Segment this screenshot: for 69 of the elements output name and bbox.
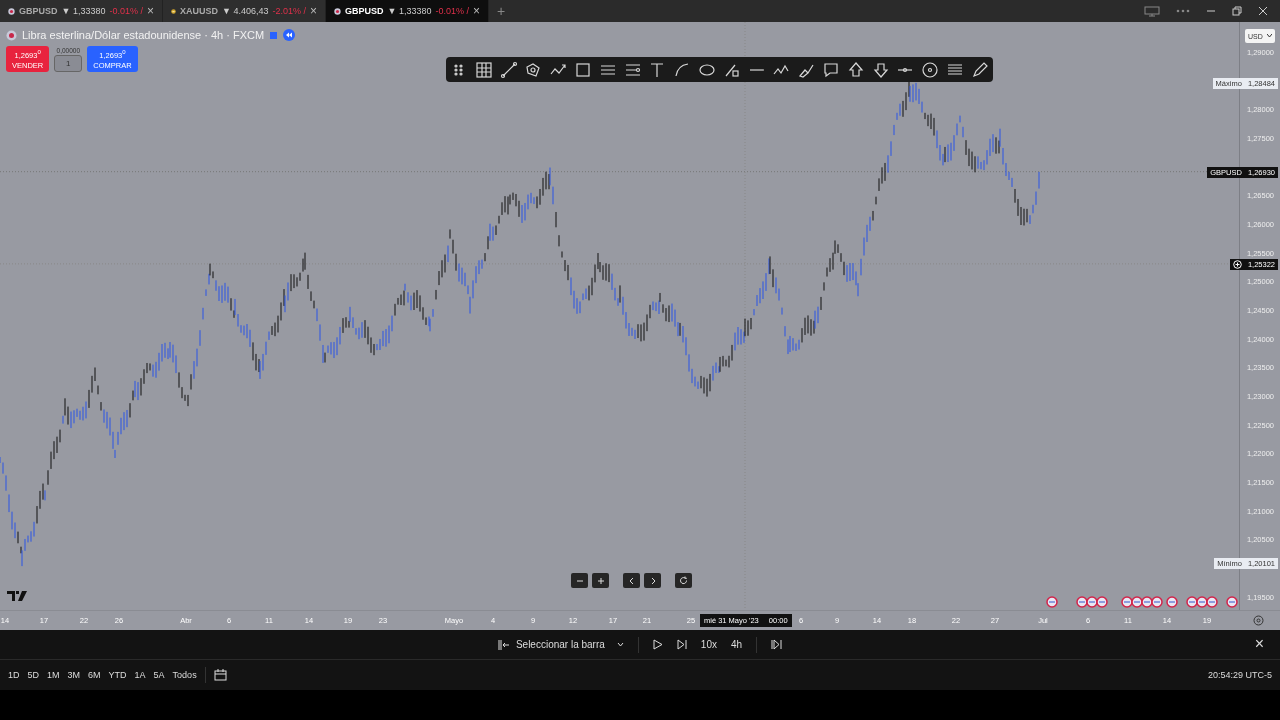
caret-icon [1267, 34, 1272, 38]
new-tab-button[interactable]: + [489, 0, 514, 22]
arrow-down-icon[interactable] [871, 60, 890, 79]
circle-dot-icon[interactable] [921, 60, 940, 79]
interval-button[interactable]: 4h [730, 639, 743, 650]
range-button[interactable]: 1M [47, 670, 60, 680]
event-flag-icon[interactable] [1141, 596, 1153, 608]
range-button[interactable]: 5A [153, 670, 165, 680]
close-tab-button[interactable]: × [473, 4, 480, 18]
arrow-up-icon[interactable] [846, 60, 865, 79]
step-forward-icon[interactable] [676, 639, 687, 650]
close-icon[interactable] [1258, 6, 1268, 16]
close-tab-button[interactable]: × [147, 4, 154, 18]
event-flag-icon[interactable] [1206, 596, 1218, 608]
trend-line-icon[interactable] [499, 60, 518, 79]
plus-circle-icon[interactable] [1232, 259, 1242, 269]
event-flag-icon[interactable] [1226, 596, 1238, 608]
symbol-tab[interactable]: GBPUSD ▼ 1,33380 -0.01% / × [326, 0, 489, 22]
rewind-icon[interactable] [283, 29, 296, 41]
monitor-icon[interactable] [1144, 5, 1160, 17]
flag-icon [334, 5, 341, 17]
select-bar-button[interactable]: Seleccionar la barra [497, 638, 624, 651]
speech-bubble-icon[interactable] [821, 60, 840, 79]
flag-icon [8, 5, 15, 17]
scroll-right-button[interactable] [644, 573, 661, 588]
settings-icon[interactable] [1253, 615, 1264, 626]
flag-icon [6, 29, 17, 41]
range-button[interactable]: 1D [8, 670, 20, 680]
scroll-left-button[interactable] [623, 573, 640, 588]
jump-to-end-icon[interactable] [771, 639, 783, 650]
zoom-in-button[interactable] [592, 573, 609, 588]
quantity-field[interactable]: 1 [54, 54, 83, 72]
event-flag-icon[interactable] [1186, 596, 1198, 608]
event-flag-icon[interactable] [1166, 596, 1178, 608]
square-icon [269, 30, 279, 40]
event-flag-icon[interactable] [1096, 596, 1108, 608]
range-button[interactable]: 1A [134, 670, 146, 680]
reset-button[interactable] [675, 573, 692, 588]
event-flag-icon[interactable] [1121, 596, 1133, 608]
pen-icon[interactable] [970, 60, 989, 79]
event-flag-icon[interactable] [1196, 596, 1208, 608]
event-flag-icon[interactable] [1131, 596, 1143, 608]
bar-arrow-icon [497, 638, 510, 651]
event-flag-icon[interactable] [1151, 596, 1163, 608]
calendar-icon[interactable] [213, 669, 227, 681]
rectangle-icon[interactable] [574, 60, 592, 79]
restore-icon[interactable] [1232, 6, 1242, 16]
zoom-out-button[interactable] [571, 573, 588, 588]
more-icon[interactable] [1176, 9, 1190, 13]
logo-icon [7, 590, 29, 602]
symbol-title: Libra esterlina/Dólar estadounidense · 4h · FXCM [22, 29, 265, 41]
grid-icon[interactable] [474, 60, 493, 79]
range-button[interactable]: Todos [172, 670, 197, 680]
event-flag-icon[interactable] [1076, 596, 1088, 608]
play-icon[interactable] [652, 639, 663, 650]
caret-icon [616, 642, 624, 647]
range-button[interactable]: 5D [27, 670, 40, 680]
reset-icon [679, 576, 688, 585]
range-button[interactable]: YTD [108, 670, 127, 680]
plus-icon [596, 576, 605, 585]
range-button[interactable]: 3M [67, 670, 81, 680]
clock-text: 20:54:29 UTC-5 [1207, 670, 1272, 680]
chevron-left-icon [627, 576, 636, 585]
close-button[interactable]: × [1254, 636, 1264, 652]
event-flag-icon[interactable] [1086, 596, 1098, 608]
event-flag-icon[interactable] [1046, 596, 1058, 608]
close-tab-button[interactable]: × [310, 4, 317, 18]
speed-button[interactable]: 10x [700, 639, 717, 650]
range-button[interactable]: 6M [88, 670, 101, 680]
